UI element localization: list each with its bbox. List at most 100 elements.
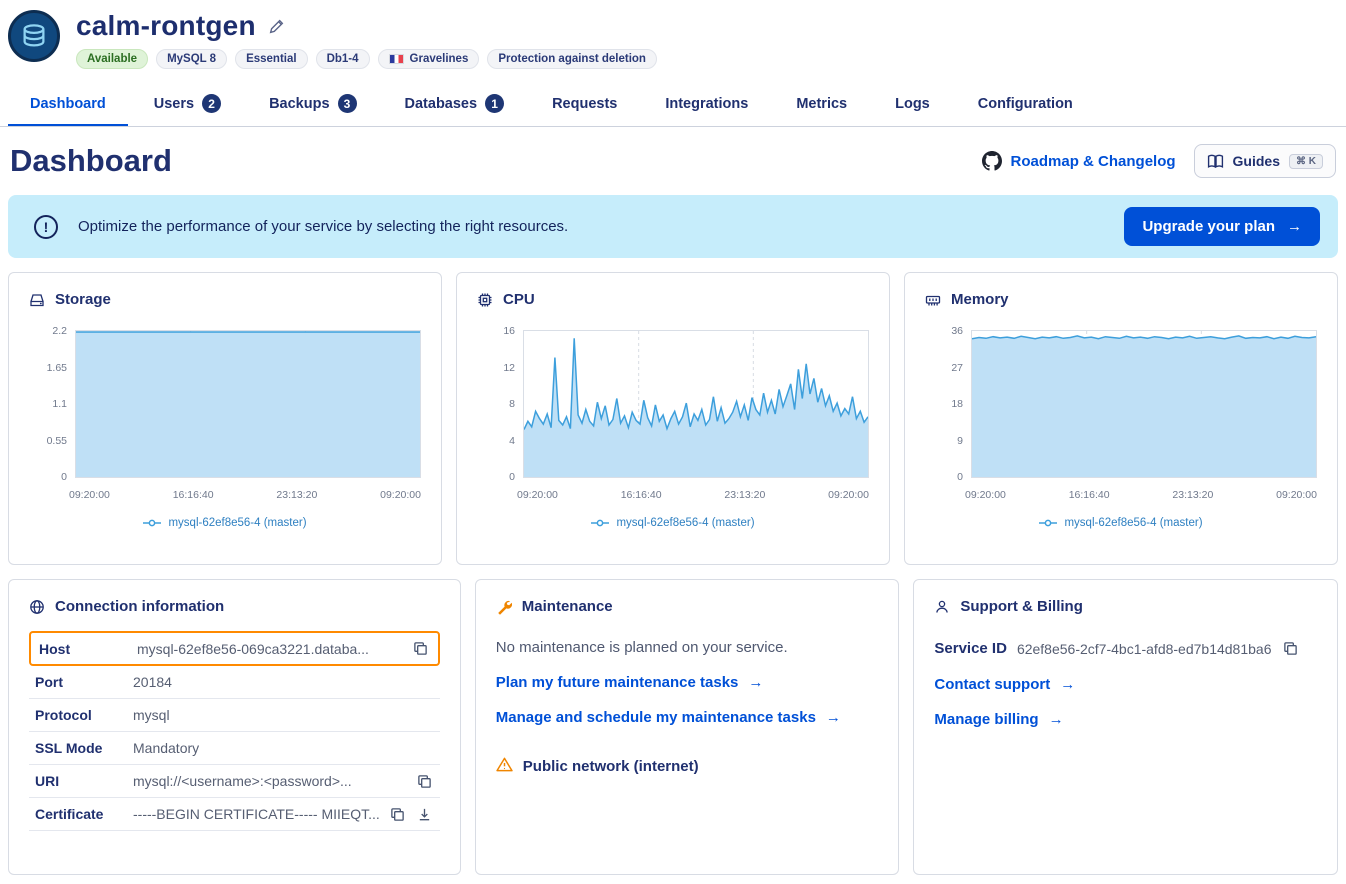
wrench-icon	[496, 599, 512, 615]
connection-row-certificate: Certificate -----BEGIN CERTIFICATE----- …	[29, 798, 440, 831]
tab-databases[interactable]: Databases 1	[383, 81, 527, 126]
row-value: mysql	[133, 707, 434, 723]
legend-line-icon	[1039, 518, 1057, 528]
download-certificate-icon[interactable]	[415, 805, 434, 824]
manage-billing-link[interactable]: Manage billing	[934, 711, 1317, 728]
copy-certificate-icon[interactable]	[388, 805, 407, 824]
storage-y-axis: 2.21.651.10.550	[29, 325, 75, 483]
deletion-protection-badge: Protection against deletion	[487, 49, 657, 69]
tab-users[interactable]: Users 2	[132, 81, 243, 126]
plan-maintenance-link[interactable]: Plan my future maintenance tasks	[496, 674, 879, 691]
tab-label: Metrics	[796, 96, 847, 112]
memory-y-axis: 36271890	[925, 325, 971, 483]
network-label: Public network (internet)	[523, 758, 699, 775]
edit-name-icon[interactable]	[268, 18, 285, 35]
databases-count-badge: 1	[485, 94, 504, 113]
globe-icon	[29, 599, 45, 615]
roadmap-label: Roadmap & Changelog	[1011, 153, 1176, 170]
tab-label: Backups	[269, 96, 329, 112]
arrow-right-icon	[748, 674, 763, 691]
tab-label: Logs	[895, 96, 930, 112]
page-head: Dashboard Roadmap & Changelog Guides ⌘ K	[0, 127, 1346, 191]
copy-service-id-icon[interactable]	[1281, 639, 1300, 658]
storage-legend[interactable]: mysql-62ef8e56-4 (master)	[29, 517, 421, 529]
row-value: mysql://<username>:<password>...	[133, 773, 407, 789]
cpu-y-axis: 1612840	[477, 325, 523, 483]
backups-count-badge: 3	[338, 94, 357, 113]
row-value: 20184	[133, 674, 434, 690]
row-label: URI	[35, 773, 125, 789]
guides-label: Guides	[1233, 153, 1280, 169]
arrow-right-icon	[1049, 711, 1064, 728]
storage-x-axis: 09:20:0016:16:4023:13:2009:20:00	[69, 489, 421, 501]
row-label: Host	[39, 641, 129, 657]
upgrade-label: Upgrade your plan	[1142, 218, 1275, 235]
page-title: Dashboard	[10, 143, 172, 179]
memory-x-axis: 09:20:0016:16:4023:13:2009:20:00	[965, 489, 1317, 501]
tab-label: Databases	[405, 96, 478, 112]
tab-logs[interactable]: Logs	[873, 81, 952, 126]
card-title-label: Memory	[951, 291, 1009, 308]
tab-configuration[interactable]: Configuration	[956, 81, 1095, 126]
person-icon	[934, 599, 950, 615]
connection-row-protocol: Protocol mysql	[29, 699, 440, 732]
info-icon	[34, 215, 58, 239]
row-label: SSL Mode	[35, 740, 125, 756]
upgrade-banner: Optimize the performance of your service…	[8, 195, 1338, 258]
card-title-label: CPU	[503, 291, 535, 308]
card-title-label: Storage	[55, 291, 111, 308]
row-label: Protocol	[35, 707, 125, 723]
card-title-label: Support & Billing	[960, 598, 1082, 615]
public-network-status: Public network (internet)	[496, 756, 879, 777]
arrow-right-icon	[1060, 676, 1075, 693]
keyboard-shortcut-badge: ⌘ K	[1289, 154, 1323, 169]
manage-maintenance-link[interactable]: Manage and schedule my maintenance tasks	[496, 709, 879, 726]
tab-requests[interactable]: Requests	[530, 81, 639, 126]
cpu-legend[interactable]: mysql-62ef8e56-4 (master)	[477, 517, 869, 529]
row-value: Mandatory	[133, 740, 434, 756]
tab-dashboard[interactable]: Dashboard	[8, 81, 128, 126]
warning-icon	[496, 756, 513, 777]
roadmap-changelog-link[interactable]: Roadmap & Changelog	[982, 151, 1176, 171]
status-badge: Available	[76, 49, 148, 69]
upgrade-plan-button[interactable]: Upgrade your plan	[1124, 207, 1320, 246]
tab-integrations[interactable]: Integrations	[643, 81, 770, 126]
storage-card: Storage 2.21.651.10.550 09:20:0016:16:40…	[8, 272, 442, 565]
legend-line-icon	[143, 518, 161, 528]
service-id-row: Service ID 62ef8e56-2cf7-4bc1-afd8-ed7b1…	[934, 639, 1317, 658]
connection-row-uri: URI mysql://<username>:<password>...	[29, 765, 440, 798]
database-logo-icon	[8, 10, 60, 62]
tab-bar: Dashboard Users 2 Backups 3 Databases 1 Req…	[0, 81, 1346, 127]
users-count-badge: 2	[202, 94, 221, 113]
tab-label: Configuration	[978, 96, 1073, 112]
connection-row-ssl-mode: SSL Mode Mandatory	[29, 732, 440, 765]
tab-backups[interactable]: Backups 3	[247, 81, 378, 126]
region-badge: Gravelines	[378, 49, 480, 69]
memory-legend[interactable]: mysql-62ef8e56-4 (master)	[925, 517, 1317, 529]
guides-button[interactable]: Guides ⌘ K	[1194, 144, 1336, 178]
link-label: Manage and schedule my maintenance tasks	[496, 709, 816, 726]
link-label: Manage billing	[934, 711, 1038, 728]
legend-label: mysql-62ef8e56-4 (master)	[1064, 517, 1202, 529]
plan-badge: Essential	[235, 49, 308, 69]
legend-line-icon	[591, 518, 609, 528]
memory-icon	[925, 292, 941, 308]
memory-card: Memory 36271890 09:20:0016:16:4023:13:20…	[904, 272, 1338, 565]
storage-chart	[75, 330, 421, 478]
row-label: Port	[35, 674, 125, 690]
connection-row-port: Port 20184	[29, 666, 440, 699]
cpu-icon	[477, 292, 493, 308]
service-header: calm-rontgen Available MySQL 8 Essential…	[0, 0, 1346, 69]
maintenance-card: Maintenance No maintenance is planned on…	[475, 579, 900, 875]
region-label: Gravelines	[410, 53, 469, 65]
book-icon	[1207, 154, 1224, 169]
copy-host-icon[interactable]	[411, 639, 430, 658]
legend-label: mysql-62ef8e56-4 (master)	[616, 517, 754, 529]
cpu-card: CPU 1612840 09:20:0016:16:4023:13:2009:2…	[456, 272, 890, 565]
tab-metrics[interactable]: Metrics	[774, 81, 869, 126]
service-badges: Available MySQL 8 Essential Db1-4 Gravel…	[76, 49, 657, 69]
copy-uri-icon[interactable]	[415, 772, 434, 791]
tab-label: Users	[154, 96, 194, 112]
contact-support-link[interactable]: Contact support	[934, 676, 1317, 693]
service-id-value: 62ef8e56-2cf7-4bc1-afd8-ed7b14d81ba6	[1017, 641, 1272, 657]
